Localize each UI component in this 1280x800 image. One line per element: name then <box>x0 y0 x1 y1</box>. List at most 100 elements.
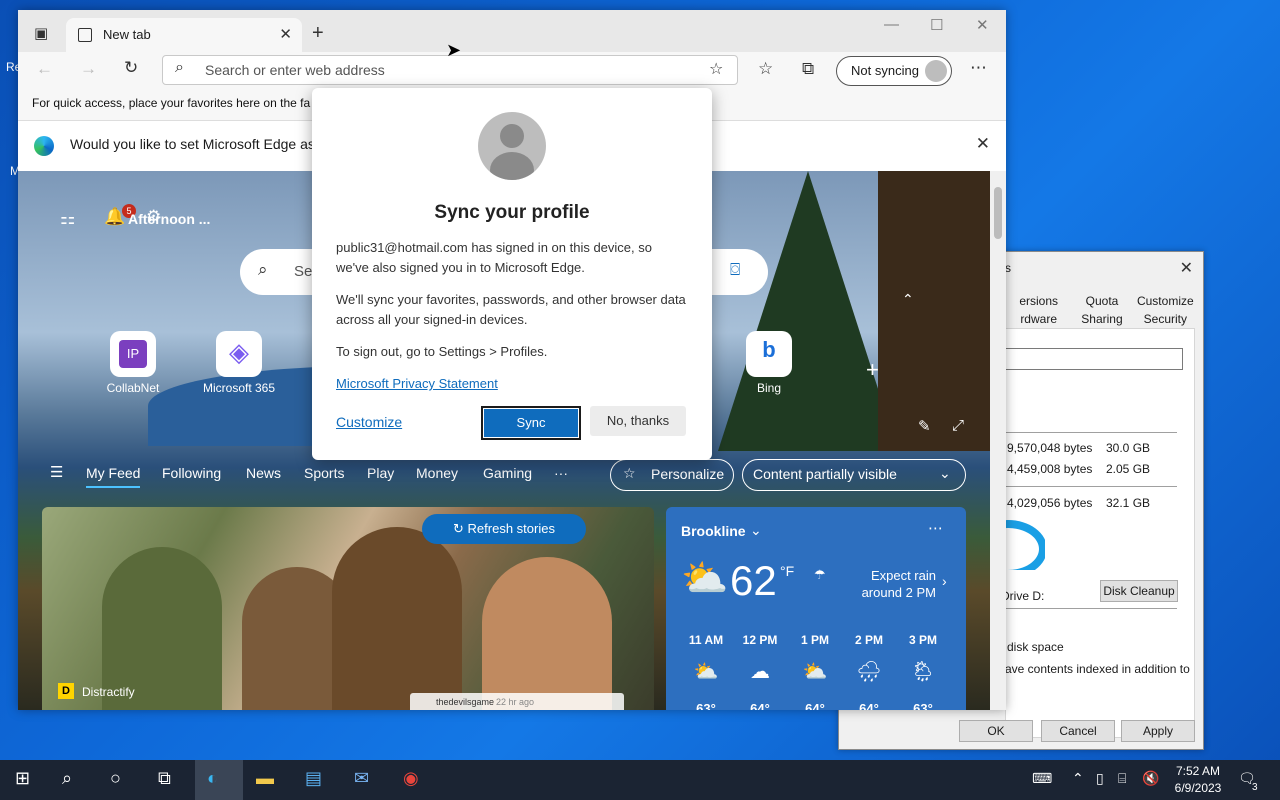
tab-customize[interactable]: Customize <box>1134 294 1197 308</box>
menu-icon[interactable]: ☰ <box>50 463 63 481</box>
source-logo: D <box>58 683 74 699</box>
tab-hardware[interactable]: rdware <box>1007 312 1070 326</box>
free-bytes: 4,459,008 bytes <box>1007 462 1093 476</box>
newtab-page-icon <box>78 28 92 42</box>
tab-actions-icon[interactable]: ▣ <box>34 24 48 42</box>
weather-city[interactable]: Brookline <box>681 523 746 539</box>
current-temperature: 62 <box>730 557 777 604</box>
drive-label: Drive D: <box>1001 589 1045 603</box>
network-icon[interactable]: ⌸ <box>1118 770 1126 787</box>
quick-link-microsoft365[interactable]: ◈ <box>216 331 262 377</box>
tab-new-tab[interactable]: New tab ✕ <box>66 18 302 52</box>
apps-grid-icon[interactable]: ⚏ <box>60 209 75 229</box>
capacity-bytes: 4,029,056 bytes <box>1007 496 1093 510</box>
index-checkbox-label[interactable]: ave contents indexed in addition to <box>1005 662 1190 676</box>
content-visibility-dropdown[interactable]: Content partially visible ⌄ <box>742 459 966 491</box>
tab-my-feed[interactable]: My Feed <box>86 465 141 488</box>
quick-link-label: Microsoft 365 <box>202 381 276 395</box>
task-view-icon[interactable]: ⧉ <box>158 768 171 789</box>
search-icon: ⌕ <box>258 260 268 279</box>
chevron-down-icon[interactable]: ⌄ <box>750 522 762 539</box>
collapse-chevron-icon[interactable]: ⌃ <box>902 291 914 308</box>
comment-chip: thedevilsgame 22 hr ago <box>410 693 624 710</box>
tab-versions[interactable]: ersions <box>1007 294 1070 308</box>
tab-money[interactable]: Money <box>416 465 458 481</box>
windows-start-icon[interactable]: ⊞ <box>15 768 30 789</box>
free-size: 2.05 GB <box>1106 462 1151 476</box>
drive-name-field[interactable] <box>1005 348 1183 370</box>
disk-cleanup-button[interactable]: Disk Cleanup <box>1100 580 1178 602</box>
keyboard-icon[interactable]: ⌨ <box>1032 770 1052 787</box>
close-infobar-icon[interactable]: ✕ <box>976 134 990 154</box>
more-options-icon[interactable]: ⋯ <box>970 58 987 78</box>
cortana-icon[interactable]: ○ <box>110 768 121 789</box>
refresh-stories-button[interactable]: ↻ Refresh stories <box>422 514 586 544</box>
scrollbar-thumb[interactable] <box>994 187 1002 239</box>
cancel-button[interactable]: Cancel <box>1041 720 1115 742</box>
tab-gaming[interactable]: Gaming <box>483 465 532 481</box>
more-tabs-icon[interactable]: ··· <box>554 465 568 481</box>
tab-quota[interactable]: Quota <box>1070 294 1133 308</box>
apply-button[interactable]: Apply <box>1121 720 1195 742</box>
edge-taskbar-icon[interactable]: ◐ <box>207 768 218 789</box>
refresh-icon[interactable]: ↻ <box>124 58 138 78</box>
rain-cloud-icon: 🌧 <box>856 661 882 683</box>
no-thanks-button[interactable]: No, thanks <box>590 406 686 436</box>
collabnet-icon: IP <box>119 340 147 368</box>
ok-button[interactable]: OK <box>959 720 1033 742</box>
file-explorer-icon[interactable]: ▬ <box>256 768 274 789</box>
quick-link-collabnet[interactable]: IP <box>110 331 156 377</box>
edit-background-icon[interactable]: ✎ <box>918 417 931 435</box>
chevron-right-icon[interactable]: › <box>942 573 947 589</box>
forecast-temp: 64° <box>859 701 879 710</box>
tab-play[interactable]: Play <box>367 465 394 481</box>
volume-muted-icon[interactable]: 🔇 <box>1142 770 1159 787</box>
favorites-bar-hint: For quick access, place your favorites h… <box>32 96 311 110</box>
device-icon[interactable]: ▯ <box>1096 770 1104 787</box>
back-icon[interactable]: ← <box>36 59 53 79</box>
divider <box>1005 608 1177 609</box>
personalize-button[interactable]: ☆ Personalize <box>610 459 734 491</box>
new-tab-plus-icon[interactable]: + <box>312 22 324 45</box>
quick-link-bing[interactable]: b <box>746 331 792 377</box>
showers-icon: 🌦 <box>910 661 936 683</box>
background-tree <box>718 171 898 451</box>
search-icon[interactable]: ⌕ <box>62 768 72 789</box>
more-options-icon[interactable]: ⋯ <box>928 519 943 537</box>
mail-icon[interactable]: ✉ <box>354 768 369 789</box>
privacy-statement-link[interactable]: Microsoft Privacy Statement <box>336 376 498 391</box>
add-favorite-icon[interactable]: ☆ <box>709 59 723 79</box>
show-hidden-icons-chevron[interactable]: ⌃ <box>1072 770 1084 787</box>
forward-icon[interactable]: → <box>80 59 97 79</box>
tab-security[interactable]: Security <box>1134 312 1197 326</box>
minimize-icon[interactable]: — <box>884 16 899 33</box>
add-quick-link-icon[interactable]: + <box>866 357 879 383</box>
forecast-note: Expect rain around 2 PM <box>861 568 936 600</box>
weather-card[interactable]: Brookline ⌄ ⋯ ⛅ 62 °F ☂ Expect rain arou… <box>666 507 966 710</box>
close-icon[interactable]: ✕ <box>1180 258 1193 278</box>
tab-sports[interactable]: Sports <box>304 465 344 481</box>
visual-search-icon[interactable]: ⌼ <box>730 260 740 280</box>
chrome-icon[interactable]: ◉ <box>403 768 419 789</box>
customize-link[interactable]: Customize <box>336 414 402 430</box>
tab-sharing[interactable]: Sharing <box>1070 312 1133 326</box>
favorites-icon[interactable]: ☆ <box>758 59 773 79</box>
profile-sync-button[interactable]: Not syncing <box>836 56 952 86</box>
collections-icon[interactable]: ⧉ <box>802 59 814 79</box>
expand-icon[interactable]: ⤢ <box>952 417 964 434</box>
maximize-icon[interactable]: ☐ <box>930 16 943 34</box>
store-icon[interactable]: ▤ <box>305 768 322 789</box>
sync-profile-popup: Sync your profile public31@hotmail.com h… <box>312 88 712 460</box>
tab-following[interactable]: Following <box>162 465 221 481</box>
settings-gear-icon[interactable]: ⚙ <box>146 207 161 227</box>
refresh-stories-label: Refresh stories <box>467 521 555 536</box>
profile-avatar-icon <box>478 112 546 180</box>
close-window-icon[interactable]: ✕ <box>976 16 989 34</box>
clock-time: 7:52 AM <box>1175 764 1221 778</box>
tab-news[interactable]: News <box>246 465 281 481</box>
system-clock[interactable]: 7:52 AM 6/9/2023 <box>1166 763 1230 797</box>
compress-checkbox-label[interactable]: disk space <box>1007 640 1064 654</box>
page-scrollbar[interactable] <box>990 171 1006 710</box>
close-tab-icon[interactable]: ✕ <box>279 25 292 43</box>
sync-button[interactable]: Sync <box>481 406 581 440</box>
